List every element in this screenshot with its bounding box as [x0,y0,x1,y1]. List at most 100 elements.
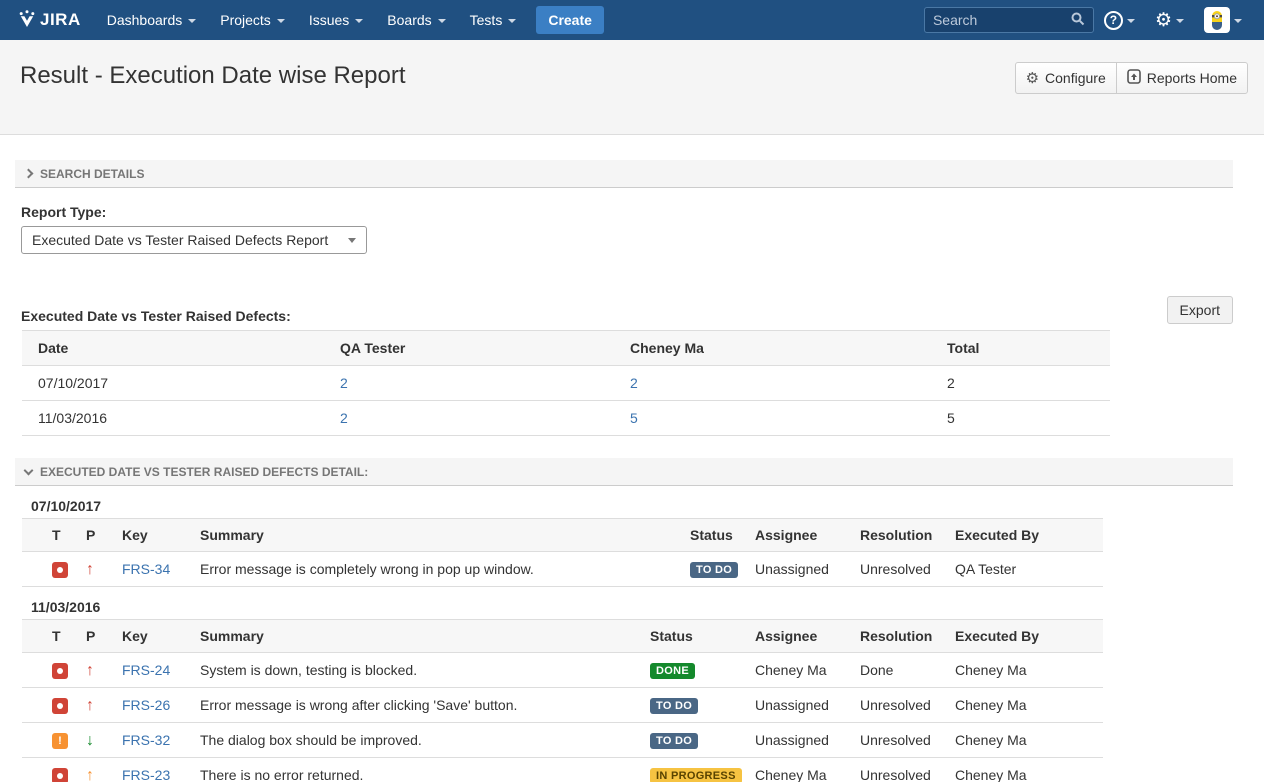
summary-cell: Error message is wrong after clicking 'S… [192,688,642,723]
avatar [1204,7,1230,33]
jira-logo-icon [18,10,36,31]
defect-count-link[interactable]: 2 [340,375,348,391]
summary-date-cell: 11/03/2016 [22,401,332,436]
detail-column-header: Summary [192,519,682,552]
detail-section-toggle[interactable]: EXECUTED DATE VS TESTER RAISED DEFECTS D… [15,458,1233,486]
issue-key-cell: FRS-26 [114,688,192,723]
issue-type-cell: ! [22,723,78,758]
issue-key-link[interactable]: FRS-24 [122,662,170,678]
defect-count-link[interactable]: 5 [630,410,638,426]
status-cell: TO DO [682,552,747,587]
jira-logo[interactable]: JIRA [18,10,81,31]
admin-menu[interactable]: ⚙ [1145,11,1194,30]
user-menu[interactable] [1194,7,1252,33]
search-icon [1071,12,1085,29]
detail-row: ↑ FRS-23 There is no error returned. IN PRO… [22,758,1103,782]
summary-count-cell: 2 [622,366,939,401]
summary-count-cell: 2 [332,366,622,401]
summary-cell: Error message is completely wrong in pop… [192,552,682,587]
executed-by-cell: QA Tester [947,552,1103,587]
executed-by-cell: Cheney Ma [947,723,1103,758]
chevron-right-icon [24,169,34,179]
detail-column-header: P [78,519,114,552]
create-button[interactable]: Create [536,6,604,34]
nav-item-boards[interactable]: Boards [375,0,457,40]
export-button[interactable]: Export [1167,296,1233,324]
issue-key-link[interactable]: FRS-26 [122,697,170,713]
reports-home-button[interactable]: Reports Home [1116,62,1248,94]
chevron-down-icon [355,19,363,23]
summary-heading-row: Executed Date vs Tester Raised Defects: … [15,296,1233,324]
resolution-cell: Unresolved [852,688,947,723]
chevron-down-icon [24,465,34,475]
detail-column-header: T [22,620,78,653]
report-type-select[interactable]: Executed Date vs Tester Raised Defects R… [21,226,367,254]
summary-count-cell: 2 [332,401,622,436]
detail-column-header: Status [642,620,747,653]
status-badge: TO DO [650,733,698,749]
search-details-label: SEARCH DETAILS [40,167,144,181]
detail-column-header: Executed By [947,519,1103,552]
summary-row: 11/03/2016255 [22,401,1110,436]
nav-item-label: Dashboards [107,12,183,28]
priority-cell: ↑ [78,758,114,782]
issue-key-link[interactable]: FRS-23 [122,767,170,782]
summary-column-header: Total [939,331,1110,366]
summary-table-body: 07/10/201722211/03/2016255 [22,366,1110,436]
detail-column-header: T [22,519,78,552]
executed-by-cell: Cheney Ma [947,758,1103,782]
jira-logo-text: JIRA [40,10,81,30]
assignee-cell: Cheney Ma [747,758,852,782]
help-menu[interactable]: ? [1094,11,1145,30]
resolution-cell: Unresolved [852,552,947,587]
top-navigation-bar: JIRA Dashboards ProjectsIssues Boards Tests… [0,0,1264,40]
issue-key-link[interactable]: FRS-34 [122,561,170,577]
summary-table: DateQA TesterCheney MaTotal 07/10/201722… [22,330,1110,436]
chevron-down-icon [188,19,196,23]
search-input[interactable] [933,12,1071,28]
chevron-down-icon [1127,19,1135,23]
issue-type-cell [22,552,78,587]
nav-item-projects[interactable]: Projects [208,0,297,40]
chevron-down-icon [1234,19,1242,23]
bug-dot [57,773,63,779]
bug-icon [52,562,68,578]
reports-home-button-label: Reports Home [1147,70,1237,86]
detail-row: ↑ FRS-26 Error message is wrong after clic… [22,688,1103,723]
status-badge: IN PROGRESS [650,768,742,782]
detail-groups: 07/10/2017TPKeySummaryStatusAssigneeReso… [15,498,1233,782]
summary-count-cell: 5 [622,401,939,436]
resolution-cell: Unresolved [852,758,947,782]
quick-search[interactable] [924,7,1094,33]
configure-button[interactable]: ⚙ Configure [1015,62,1117,94]
nav-item-issues[interactable]: Issues [297,0,375,40]
priority-up-arrow-icon: ↑ [86,697,94,714]
assignee-cell: Unassigned [747,723,852,758]
nav-item-dashboards[interactable]: Dashboards [95,0,209,40]
search-details-toggle[interactable]: SEARCH DETAILS [15,160,1233,188]
status-cell: TO DO [642,723,747,758]
defect-count-link[interactable]: 2 [630,375,638,391]
nav-item-tests[interactable]: Tests [458,0,529,40]
summary-cell: System is down, testing is blocked. [192,653,642,688]
priority-cell: ↑ [78,552,114,587]
status-badge: TO DO [690,562,738,578]
priority-up-arrow-icon: ↑ [86,561,94,578]
nav-item-label: Boards [387,12,431,28]
chevron-down-icon [348,238,356,243]
issue-key-link[interactable]: FRS-32 [122,732,170,748]
defect-count-link[interactable]: 2 [340,410,348,426]
summary-cell: There is no error returned. [192,758,642,782]
summary-row: 07/10/2017222 [22,366,1110,401]
header-button-group: ⚙ Configure Reports Home [1015,62,1248,94]
detail-column-header: Key [114,620,192,653]
detail-column-header: P [78,620,114,653]
detail-column-header: Executed By [947,620,1103,653]
summary-column-header: QA Tester [332,331,622,366]
page-title: Result - Execution Date wise Report [20,62,406,90]
content-area: SEARCH DETAILS Report Type: Executed Dat… [15,160,1233,782]
detail-header-row: TPKeySummaryStatusAssigneeResolutionExec… [22,620,1103,653]
assignee-cell: Unassigned [747,688,852,723]
improvement-icon: ! [52,733,68,749]
configure-button-label: Configure [1045,70,1106,86]
